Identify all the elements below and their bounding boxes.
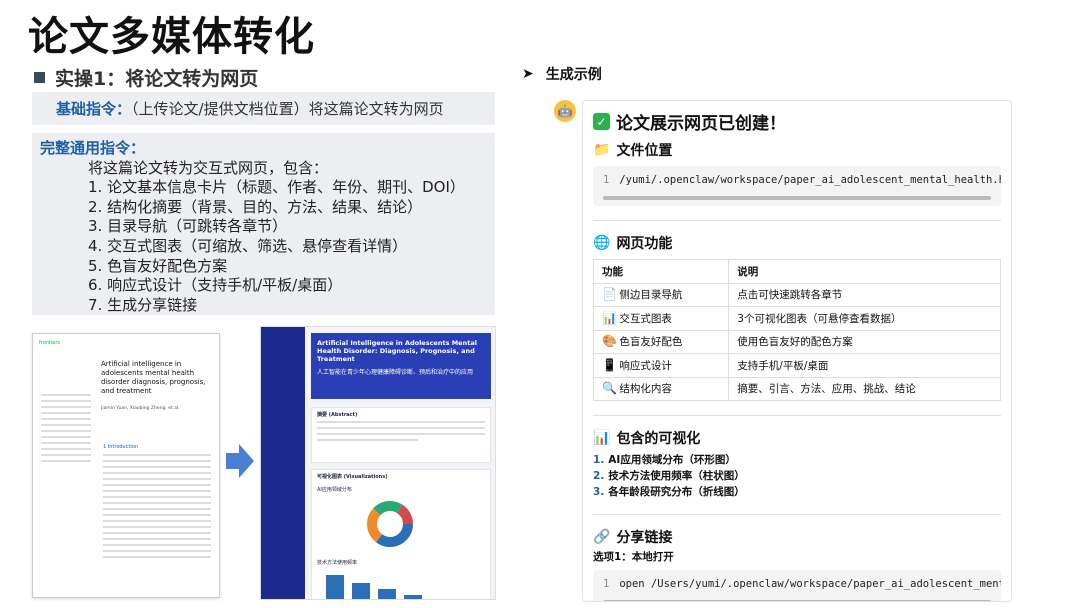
section-heading-text: 实操1：将论文转为网页 [55, 68, 259, 90]
slide: 论文多媒体转化 实操1：将论文转为网页 基础指令：（上传论文/提供文档位置）将这… [0, 0, 1080, 608]
paper-section-heading: 1 Introduction [103, 444, 139, 450]
palette-icon: 🎨 [602, 334, 617, 349]
table-row: 🎨 色盲友好配色 使用色盲友好的配色方案 [592, 329, 1001, 354]
share-link-label: 分享链接 [616, 530, 673, 546]
divider [593, 514, 1001, 515]
square-bullet-icon [34, 72, 45, 83]
table-header-row: 功能 说明 [592, 259, 1001, 284]
arrow-bullet-icon: ➤ [522, 66, 534, 82]
webpage-sidebar [261, 327, 305, 599]
visualizations-label: 包含的可视化 [616, 431, 701, 447]
feature-name: 交互式图表 [619, 312, 672, 325]
webpage-viz-label: 可视化图表 (Visualizations) [317, 474, 388, 480]
horizontal-scrollbar[interactable] [603, 600, 991, 601]
webpage-chart2-label: 技术方法使用频率 [317, 560, 358, 566]
webpage-title-en: Artificial Intelligence in Adolescents M… [317, 339, 477, 363]
paper-authors: Jiamin Yuan, Xiaobing Zheng, et al. [101, 406, 180, 411]
instruction-item: 7. 生成分享链接 [88, 295, 198, 314]
section-heading: 实操1：将论文转为网页 [34, 64, 258, 91]
full-instruction-list: 1. 论文基本信息卡片（标题、作者、年份、期刊、DOI） 2. 结构化摘要（背景… [40, 178, 487, 315]
webpage-banner: Artificial Intelligence in Adolescents M… [311, 333, 491, 399]
webpage-thumbnail: Artificial Intelligence in Adolescents M… [260, 326, 496, 600]
features-table: 功能 说明 📄 侧边目录导航 点击可快速跳转各章节 📊 交互式图表 3个可视化图… [592, 259, 1001, 401]
full-instruction-intro: 将这篇论文转为交互式网页，包含： [88, 158, 329, 177]
table-row: 🔍 结构化内容 摘要、引言、方法、应用、挑战、结论 [592, 376, 1001, 401]
webpage-title-zh: 人工智能在青少年心理健康障碍诊断、预后和治疗中的应用 [317, 369, 474, 376]
table-row: 📊 交互式图表 3个可视化图表（可悬停查看数据） [592, 306, 1001, 331]
instruction-item: 4. 交互式图表（可缩放、筛选、悬停查看详情） [88, 236, 408, 255]
file-path-text: /yumi/.openclaw/workspace/paper_ai_adole… [619, 174, 1001, 186]
instruction-item: 6. 响应式设计（支持手机/平板/桌面） [88, 276, 343, 295]
paper-thumbnail: frontiers Artificial intelligence in ado… [32, 333, 220, 598]
bar-chart-icon: 📊 [602, 310, 617, 325]
feature-name: 结构化内容 [619, 383, 672, 396]
option-label: 选项1：本地打开 [593, 551, 674, 563]
basic-instruction-label: 基础指令： [56, 100, 132, 118]
list-item: 1. AI应用领域分布（环形图） [593, 454, 736, 466]
link-icon: 🔗 [593, 529, 611, 545]
globe-icon: 🌐 [593, 235, 611, 251]
publisher-logo: frontiers [39, 340, 61, 346]
feature-description: 3个可视化图表（可悬停查看数据） [728, 306, 1001, 331]
file-location-heading: 📁 文件位置 [593, 140, 1001, 160]
chat-response-panel: ✓ 论文展示网页已创建！ 📁 文件位置 1/yumi/.openclaw/wor… [582, 100, 1012, 602]
table-row: 📄 侧边目录导航 点击可快速跳转各章节 [592, 282, 1001, 307]
sidebar-icon: 📄 [602, 287, 617, 302]
arrow-right-icon [226, 444, 254, 478]
instruction-item: 5. 色盲友好配色方案 [88, 256, 228, 275]
bar-chart [326, 575, 422, 599]
paper-sidebar-text [41, 394, 91, 466]
feature-name: 侧边目录导航 [619, 289, 683, 302]
bot-avatar: 🤖 [554, 100, 576, 122]
instruction-item: 1. 论文基本信息卡片（标题、作者、年份、期刊、DOI） [88, 178, 465, 197]
table-header-feature: 功能 [592, 259, 730, 284]
donut-chart [367, 501, 413, 547]
list-item: 2. 技术方法使用频率（柱状图） [593, 470, 745, 482]
basic-instruction-text: （上传论文/提供文档位置）将这篇论文转为网页 [131, 100, 444, 118]
instruction-item: 2. 结构化摘要（背景、目的、方法、结果、结论） [88, 197, 423, 216]
magnifier-icon: 🔍 [602, 381, 617, 396]
checkmark-icon: ✓ [593, 113, 610, 130]
response-title-text: 论文展示网页已创建！ [616, 114, 786, 134]
sample-heading: ➤ 生成示例 [522, 64, 602, 84]
webpage-abstract-label: 摘要 (Abstract) [317, 412, 358, 418]
feature-description: 摘要、引言、方法、应用、挑战、结论 [728, 376, 1001, 401]
phone-icon: 📱 [602, 357, 617, 372]
folder-icon: 📁 [593, 142, 611, 158]
line-number: 1 [603, 174, 610, 186]
instruction-item: 3. 目录导航（可跳转各章节） [88, 217, 288, 236]
paper-title: Artificial intelligence in adolescents m… [101, 360, 206, 395]
horizontal-scrollbar[interactable] [603, 196, 991, 200]
file-location-label: 文件位置 [616, 143, 673, 159]
features-heading: 🌐 网页功能 [593, 233, 1001, 253]
divider [593, 415, 1001, 416]
feature-description: 点击可快速跳转各章节 [728, 282, 1001, 307]
feature-description: 支持手机/平板/桌面 [728, 353, 1001, 378]
page-title: 论文多媒体转化 [28, 14, 315, 60]
table-header-description: 说明 [728, 259, 1001, 284]
full-instruction-box: 完整通用指令： 将这篇论文转为交互式网页，包含： 1. 论文基本信息卡片（标题、… [32, 133, 495, 315]
features-label: 网页功能 [616, 236, 673, 252]
feature-name: 响应式设计 [619, 359, 672, 372]
sample-heading-text: 生成示例 [545, 67, 602, 83]
feature-name: 色盲友好配色 [619, 336, 683, 349]
share-command-code-block[interactable]: 1 open /Users/yumi/.openclaw/workspace/pa… [593, 570, 1001, 601]
webpage-viz-card: 可视化图表 (Visualizations) AI应用领域分布 技术方法使用频率 [311, 469, 491, 599]
basic-instruction-box: 基础指令：（上传论文/提供文档位置）将这篇论文转为网页 [32, 92, 495, 125]
list-item: 3. 各年龄段研究分布（折线图） [593, 486, 745, 498]
table-row: 📱 响应式设计 支持手机/平板/桌面 [592, 353, 1001, 378]
divider [593, 220, 1001, 221]
file-path-code-block[interactable]: 1/yumi/.openclaw/workspace/paper_ai_adol… [593, 166, 1001, 206]
full-instruction-label: 完整通用指令： [40, 139, 146, 157]
line-number: 1 [603, 578, 610, 590]
visualizations-heading: 📊 包含的可视化 [593, 428, 1001, 448]
feature-description: 使用色盲友好的配色方案 [728, 329, 1001, 354]
response-title: ✓ 论文展示网页已创建！ [593, 109, 1001, 134]
share-command-text: open /Users/yumi/.openclaw/workspace/pap… [619, 578, 1001, 590]
visualizations-list: 1. AI应用领域分布（环形图） 2. 技术方法使用频率（柱状图） 3. 各年龄段研究… [593, 452, 1001, 500]
webpage-abstract-card: 摘要 (Abstract) [311, 407, 491, 463]
bar-chart-icon: 📊 [593, 430, 611, 446]
share-link-heading: 🔗 分享链接 [593, 527, 1001, 547]
webpage-chart1-label: AI应用领域分布 [317, 487, 352, 493]
